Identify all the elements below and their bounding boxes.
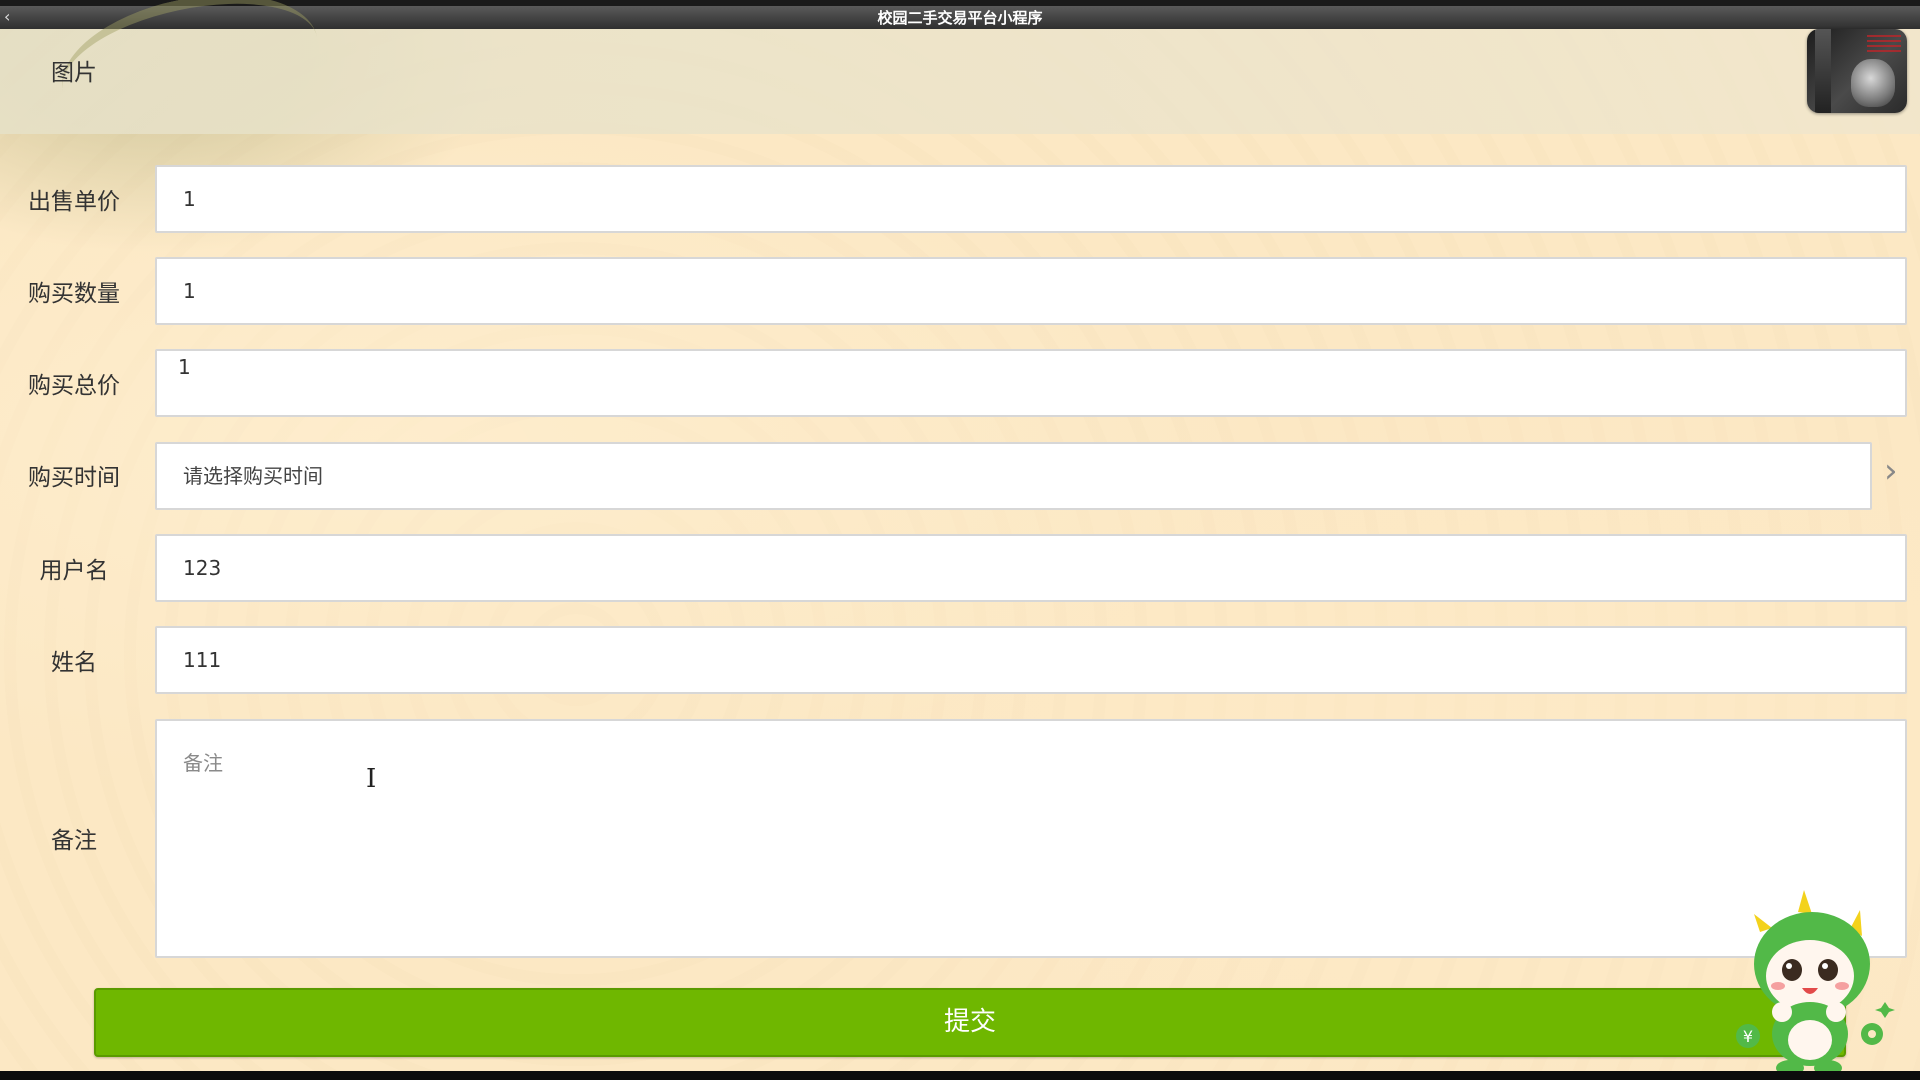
svg-text:¥: ¥: [1743, 1027, 1753, 1046]
image-row: 图片: [0, 0, 1920, 155]
purchase-time-label: 购买时间: [28, 465, 120, 491]
form-page: 图片 出售单价 1 购买数量 1 购买总价 1 购买时间 请选择购买时间 › 用…: [0, 0, 1920, 1076]
total-price-input[interactable]: 1: [155, 349, 1907, 417]
remarks-label: 备注: [51, 828, 97, 854]
dinosaur-cat-mascot-sticker: ¥: [1736, 890, 1895, 1076]
app-window: ‹ 校园二手交易平台小程序 图片 出售单价 1 购买数量 1 购买总价 1 购买…: [0, 0, 1920, 1080]
remarks-placeholder: 备注: [183, 751, 223, 775]
text-cursor-icon: I: [366, 764, 377, 794]
submit-button[interactable]: 提交: [94, 988, 1846, 1057]
unit-price-input[interactable]: 1: [155, 165, 1907, 233]
purchase-time-picker[interactable]: 请选择购买时间: [155, 442, 1872, 510]
book-spine: [1815, 29, 1831, 113]
cover-title-text: [1867, 35, 1901, 53]
username-label: 用户名: [39, 558, 109, 584]
name-label: 姓名: [51, 650, 97, 676]
chevron-right-icon[interactable]: ›: [1884, 451, 1898, 491]
total-price-label: 购买总价: [28, 373, 120, 399]
unit-price-label: 出售单价: [28, 189, 120, 215]
quantity-label: 购买数量: [28, 281, 120, 307]
image-label: 图片: [51, 60, 97, 86]
portrait-face: [1851, 59, 1895, 107]
username-input[interactable]: 123: [155, 534, 1907, 602]
product-thumbnail-image[interactable]: [1807, 29, 1907, 113]
name-input[interactable]: 111: [155, 626, 1907, 694]
quantity-input[interactable]: 1: [155, 257, 1907, 325]
bottom-bar: [0, 1071, 1920, 1080]
remarks-textarea[interactable]: 备注: [155, 719, 1907, 958]
